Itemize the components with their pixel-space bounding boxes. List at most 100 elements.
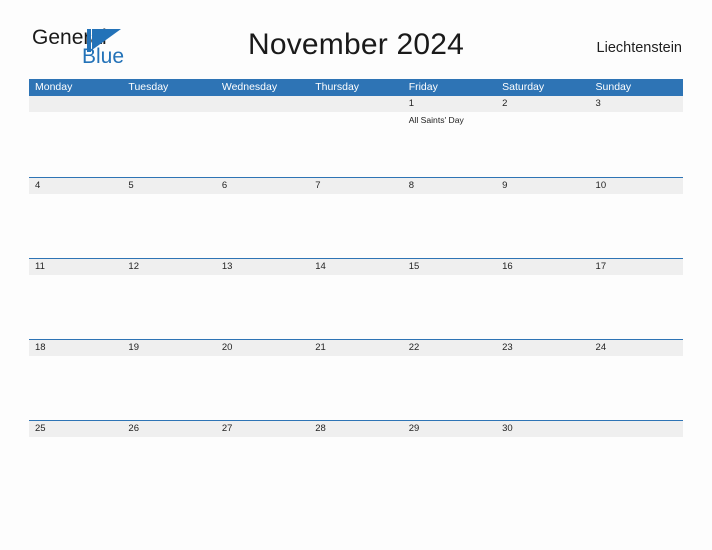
event-cell[interactable] (216, 112, 309, 176)
day-cell[interactable]: 23 (496, 340, 589, 356)
day-cell[interactable]: 22 (403, 340, 496, 356)
event-cell[interactable] (122, 112, 215, 176)
day-cell[interactable]: 16 (496, 259, 589, 275)
day-cell[interactable]: 19 (122, 340, 215, 356)
week-events-band (29, 356, 683, 420)
day-number: 5 (128, 180, 134, 191)
event-cell[interactable] (122, 437, 215, 501)
day-cell[interactable] (590, 421, 683, 437)
event-cell[interactable] (403, 194, 496, 258)
day-cell[interactable]: 28 (309, 421, 402, 437)
day-header-thursday: Thursday (315, 81, 360, 93)
event-cell[interactable] (496, 275, 589, 339)
event-cell[interactable] (590, 194, 683, 258)
day-of-week-header-row: Monday Tuesday Wednesday Thursday Friday… (29, 79, 683, 96)
week-row: 25 26 27 28 29 30 (29, 420, 683, 501)
week-row: 4 5 6 7 8 9 10 (29, 177, 683, 258)
calendar-grid: Monday Tuesday Wednesday Thursday Friday… (29, 79, 683, 501)
day-cell[interactable]: 5 (122, 178, 215, 194)
event-cell[interactable] (29, 275, 122, 339)
day-cell[interactable]: 8 (403, 178, 496, 194)
day-cell[interactable]: 30 (496, 421, 589, 437)
day-number: 1 (408, 98, 414, 109)
day-number: 23 (502, 342, 513, 353)
day-number: 2 (502, 98, 508, 109)
event-cell[interactable] (590, 437, 683, 501)
day-number: 27 (221, 423, 233, 434)
day-number: 15 (408, 261, 420, 272)
day-cell[interactable]: 2 (496, 96, 589, 112)
event-cell[interactable] (216, 356, 309, 420)
day-cell[interactable]: 25 (29, 421, 122, 437)
day-cell[interactable]: 12 (122, 259, 215, 275)
event-cell[interactable] (496, 194, 589, 258)
day-cell[interactable]: 9 (496, 178, 589, 194)
page-header: General Blue November 2024 Liechtenstein (0, 0, 712, 68)
day-cell[interactable]: 24 (590, 340, 683, 356)
day-cell[interactable]: 20 (216, 340, 309, 356)
event-cell[interactable] (216, 275, 309, 339)
day-number: 10 (595, 180, 607, 191)
event-cell[interactable] (496, 112, 589, 176)
day-cell[interactable]: 14 (309, 259, 402, 275)
day-number: 11 (35, 261, 45, 272)
event-cell[interactable]: All Saints' Day (403, 112, 496, 176)
event-cell[interactable] (122, 194, 215, 258)
day-number: 19 (128, 342, 139, 353)
event-cell[interactable] (309, 437, 402, 501)
event-cell[interactable] (122, 356, 215, 420)
day-cell[interactable] (216, 96, 309, 112)
day-cell[interactable]: 11 (29, 259, 122, 275)
event-cell[interactable] (590, 275, 683, 339)
day-number: 6 (221, 180, 228, 191)
calendar-page: General Blue November 2024 Liechtenstein… (0, 0, 712, 550)
day-cell[interactable]: 1 (403, 96, 496, 112)
day-cell[interactable]: 26 (122, 421, 215, 437)
event-cell[interactable] (309, 194, 402, 258)
day-cell[interactable]: 4 (29, 178, 122, 194)
week-date-band: 11 12 13 14 15 16 17 (29, 259, 683, 275)
day-cell[interactable]: 7 (309, 178, 402, 194)
event-cell[interactable] (496, 437, 589, 501)
event-cell[interactable] (29, 194, 122, 258)
day-cell[interactable] (122, 96, 215, 112)
event-cell[interactable] (403, 275, 496, 339)
event-cell[interactable] (309, 275, 402, 339)
event-cell[interactable] (403, 356, 496, 420)
week-row: 11 12 13 14 15 16 17 (29, 258, 683, 339)
event-cell[interactable] (590, 112, 683, 176)
day-cell[interactable] (309, 96, 402, 112)
day-cell[interactable]: 10 (590, 178, 683, 194)
event-cell[interactable] (29, 437, 122, 501)
day-cell[interactable]: 18 (29, 340, 122, 356)
day-number: 17 (595, 261, 607, 272)
day-number: 12 (128, 261, 139, 272)
event-cell[interactable] (309, 356, 402, 420)
event-cell[interactable] (496, 356, 589, 420)
region-label: Liechtenstein (596, 40, 682, 56)
day-cell[interactable]: 6 (216, 178, 309, 194)
event-cell[interactable] (29, 112, 122, 176)
event-cell[interactable] (122, 275, 215, 339)
event-cell[interactable] (403, 437, 496, 501)
day-number: 29 (408, 423, 420, 434)
event-cell[interactable] (216, 194, 309, 258)
event-cell[interactable] (309, 112, 402, 176)
day-cell[interactable]: 15 (403, 259, 496, 275)
day-number: 30 (502, 423, 513, 434)
day-number: 16 (502, 261, 513, 272)
day-cell[interactable]: 21 (309, 340, 402, 356)
day-header-saturday: Saturday (502, 81, 545, 93)
day-cell[interactable]: 17 (590, 259, 683, 275)
day-cell[interactable]: 13 (216, 259, 309, 275)
day-cell[interactable]: 27 (216, 421, 309, 437)
day-cell[interactable] (29, 96, 122, 112)
day-cell[interactable]: 29 (403, 421, 496, 437)
event-cell[interactable] (590, 356, 683, 420)
event-cell[interactable] (216, 437, 309, 501)
event-cell[interactable] (29, 356, 122, 420)
week-date-band: 4 5 6 7 8 9 10 (29, 178, 683, 194)
day-header-monday: Monday (35, 81, 73, 93)
day-number: 22 (408, 342, 420, 353)
day-cell[interactable]: 3 (590, 96, 683, 112)
